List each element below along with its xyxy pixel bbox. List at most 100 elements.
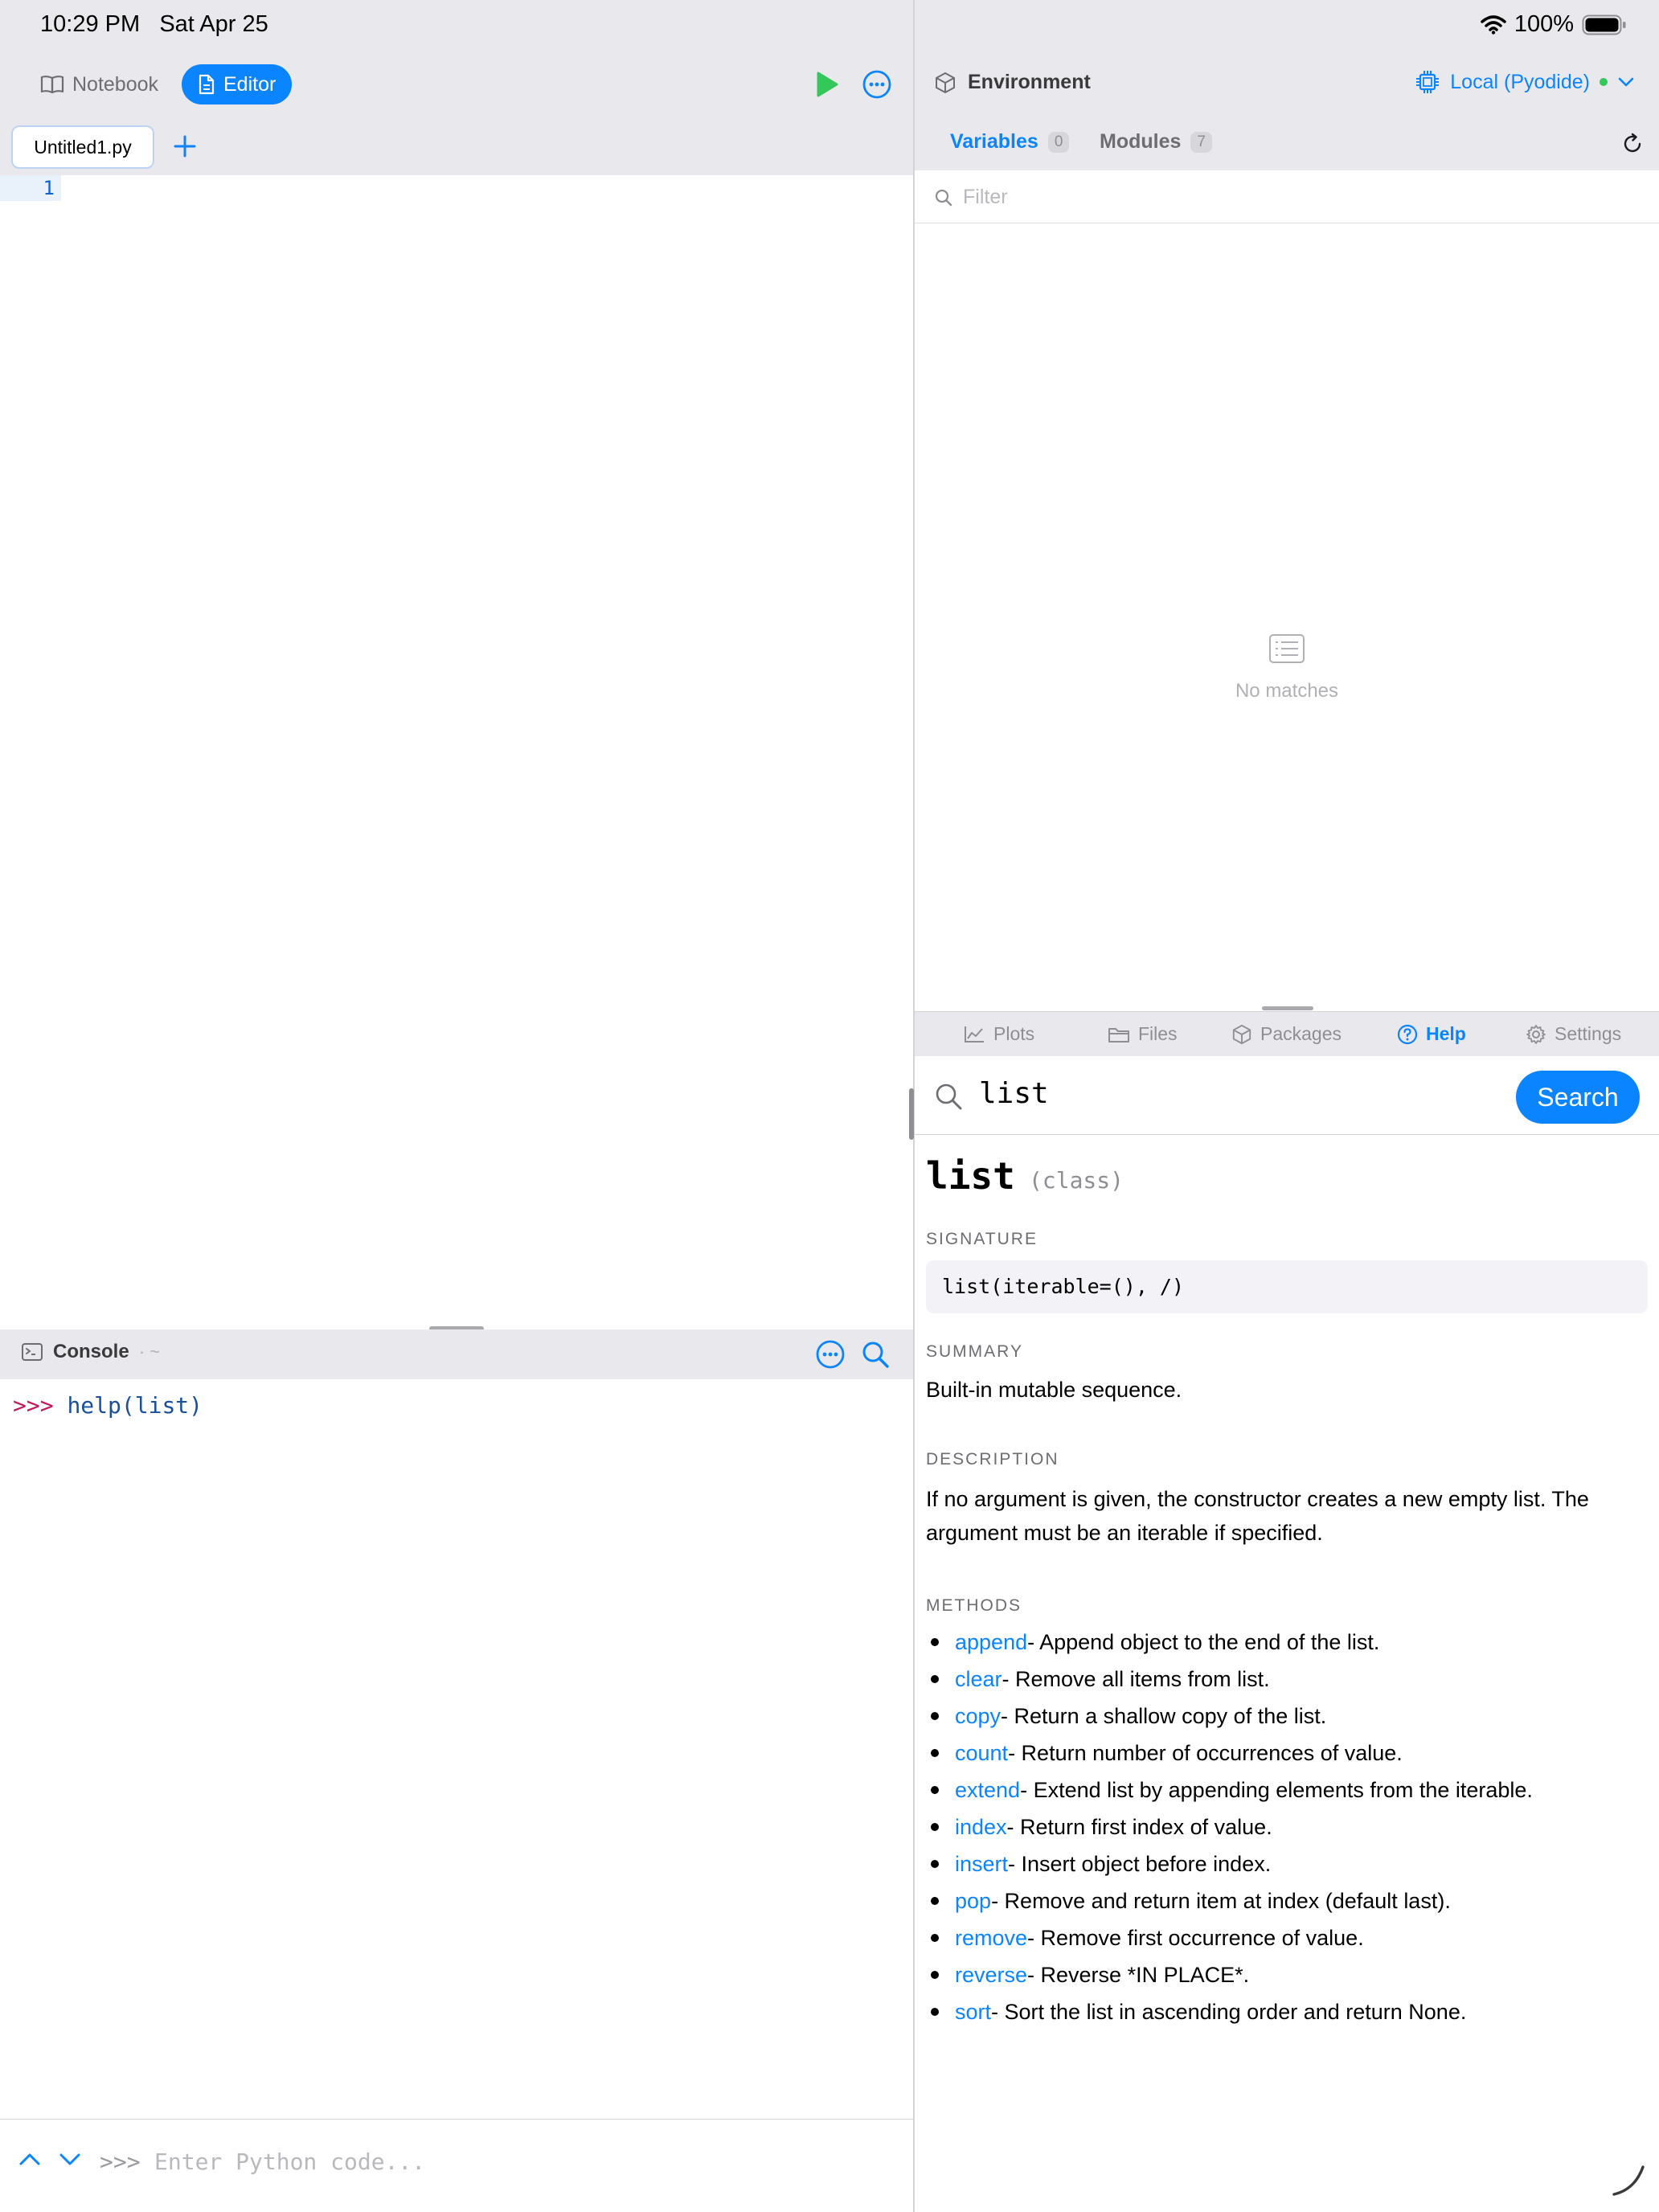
environment-header: Environment Local (Pyodide) bbox=[915, 51, 1659, 113]
history-up-button[interactable] bbox=[18, 2149, 42, 2169]
modules-count-badge: 7 bbox=[1190, 131, 1212, 153]
filter-input[interactable] bbox=[963, 180, 1622, 214]
environment-title: Environment bbox=[934, 71, 1091, 94]
pane-resize-handle[interactable] bbox=[909, 1088, 914, 1140]
method-link-remove[interactable]: remove bbox=[955, 1926, 1027, 1951]
more-icon bbox=[862, 70, 891, 99]
add-tab-button[interactable] bbox=[172, 133, 198, 159]
tab-settings[interactable]: Settings bbox=[1526, 1023, 1621, 1045]
left-toolbar: Notebook Editor bbox=[0, 51, 913, 119]
bullet bbox=[931, 1971, 939, 1979]
method-link-count[interactable]: count bbox=[955, 1741, 1008, 1766]
tab-modules[interactable]: Modules 7 bbox=[1100, 130, 1212, 154]
tab-help[interactable]: Help bbox=[1397, 1023, 1466, 1045]
method-description: - Return a shallow copy of the list. bbox=[1001, 1703, 1327, 1728]
bullet bbox=[931, 1934, 939, 1942]
folder-icon bbox=[1108, 1027, 1129, 1043]
kernel-status-indicator bbox=[1600, 78, 1608, 86]
file-tab[interactable]: Untitled1.py bbox=[11, 125, 154, 169]
console-more-button[interactable] bbox=[815, 1339, 846, 1370]
help-object-kind: (class) bbox=[1029, 1167, 1124, 1194]
tab-help-label: Help bbox=[1426, 1023, 1466, 1044]
chevron-down-icon bbox=[59, 2153, 80, 2165]
more-icon bbox=[816, 1340, 845, 1369]
console-command: help(list) bbox=[67, 1392, 203, 1419]
empty-state-text: No matches bbox=[1235, 680, 1339, 702]
refresh-icon bbox=[1624, 133, 1641, 153]
tab-plots[interactable]: Plots bbox=[963, 1023, 1034, 1045]
method-description: - Sort the list in ascending order and r… bbox=[991, 1999, 1467, 2024]
environment-title-label: Environment bbox=[968, 71, 1091, 93]
notebook-mode-button[interactable]: Notebook bbox=[24, 64, 174, 104]
status-bar-left: 10:29 PM Sat Apr 25 bbox=[0, 0, 913, 51]
python-input-field[interactable]: Enter Python code... bbox=[154, 2149, 425, 2175]
method-item: append - Append object to the end of the… bbox=[926, 1624, 1649, 1661]
summary-heading: SUMMARY bbox=[926, 1342, 1023, 1361]
tab-packages[interactable]: Packages bbox=[1231, 1023, 1342, 1045]
method-description: - Append object to the end of the list. bbox=[1027, 1629, 1380, 1654]
status-bar: 10:29 PM Sat Apr 25 100% bbox=[0, 0, 1659, 51]
method-link-insert[interactable]: insert bbox=[955, 1852, 1008, 1877]
method-item: remove - Remove first occurrence of valu… bbox=[926, 1919, 1649, 1956]
run-button[interactable] bbox=[815, 71, 839, 98]
method-item: pop - Remove and return item at index (d… bbox=[926, 1882, 1649, 1919]
summary-text: Built-in mutable sequence. bbox=[926, 1378, 1182, 1402]
help-object-name: list bbox=[926, 1154, 1015, 1198]
document-icon bbox=[199, 74, 215, 95]
method-description: - Return first index of value. bbox=[1006, 1814, 1272, 1839]
history-down-button[interactable] bbox=[58, 2149, 82, 2169]
method-link-append[interactable]: append bbox=[955, 1630, 1027, 1655]
cube-icon bbox=[936, 72, 955, 93]
method-description: - Remove first occurrence of value. bbox=[1027, 1925, 1364, 1950]
kernel-label: Local (Pyodide) bbox=[1450, 70, 1590, 93]
input-prompt: >>> bbox=[100, 2149, 141, 2175]
resize-corner-icon bbox=[1612, 2165, 1645, 2196]
console-output[interactable]: >>> help(list) bbox=[0, 1379, 913, 2103]
help-search-bar: list Search bbox=[915, 1056, 1659, 1135]
method-link-clear[interactable]: clear bbox=[955, 1667, 1002, 1692]
console-search-button[interactable] bbox=[860, 1339, 891, 1370]
variables-count-badge: 0 bbox=[1047, 131, 1070, 153]
bullet bbox=[931, 1675, 939, 1683]
methods-heading: METHODS bbox=[926, 1596, 1022, 1615]
editor-mode-button[interactable]: Editor bbox=[182, 64, 293, 104]
tab-packages-label: Packages bbox=[1260, 1023, 1342, 1044]
kernel-selector[interactable]: Local (Pyodide) bbox=[1415, 69, 1635, 95]
search-icon bbox=[935, 189, 952, 207]
bullet bbox=[931, 1749, 939, 1757]
method-link-sort[interactable]: sort bbox=[955, 2000, 991, 2025]
editor-more-button[interactable] bbox=[862, 69, 892, 100]
console-input-bar: >>> Enter Python code... bbox=[0, 2119, 913, 2212]
tab-plots-label: Plots bbox=[993, 1023, 1035, 1044]
method-item: clear - Remove all items from list. bbox=[926, 1661, 1649, 1698]
method-link-copy[interactable]: copy bbox=[955, 1704, 1001, 1729]
bullet bbox=[931, 1823, 939, 1831]
method-link-index[interactable]: index bbox=[955, 1815, 1007, 1840]
tab-modules-label: Modules bbox=[1100, 130, 1182, 153]
console-entry: >>> help(list) bbox=[13, 1392, 203, 1419]
file-tab-strip: Untitled1.py bbox=[0, 119, 913, 175]
battery-percent: 100% bbox=[1514, 11, 1574, 37]
signature-box: list(iterable=(), /) bbox=[926, 1260, 1648, 1313]
bullet bbox=[931, 1712, 939, 1720]
method-link-extend[interactable]: extend bbox=[955, 1778, 1020, 1803]
editor-mode-label: Editor bbox=[223, 72, 276, 96]
tab-variables[interactable]: Variables 0 bbox=[950, 130, 1070, 154]
console-path: ~ bbox=[150, 1342, 160, 1362]
help-search-button[interactable]: Search bbox=[1516, 1071, 1640, 1124]
tab-files[interactable]: Files bbox=[1108, 1023, 1178, 1045]
status-date: Sat Apr 25 bbox=[159, 11, 268, 37]
method-link-reverse[interactable]: reverse bbox=[955, 1963, 1027, 1988]
code-editor[interactable]: 1 bbox=[0, 175, 913, 1329]
refresh-button[interactable] bbox=[1620, 132, 1645, 156]
panel-resize-handle[interactable] bbox=[1262, 1006, 1313, 1010]
book-icon bbox=[40, 76, 64, 94]
status-time: 10:29 PM Sat Apr 25 bbox=[40, 11, 268, 38]
methods-list: append - Append object to the end of the… bbox=[926, 1624, 1649, 2030]
help-search-input[interactable]: list bbox=[979, 1077, 1049, 1110]
console-separator: · bbox=[138, 1342, 145, 1362]
method-link-pop[interactable]: pop bbox=[955, 1889, 991, 1914]
status-bar-right: 100% bbox=[915, 0, 1659, 51]
right-pane: Environment Local (Pyodide) Variables 0 … bbox=[915, 51, 1659, 2212]
console-title: Console · ~ bbox=[21, 1341, 160, 1363]
